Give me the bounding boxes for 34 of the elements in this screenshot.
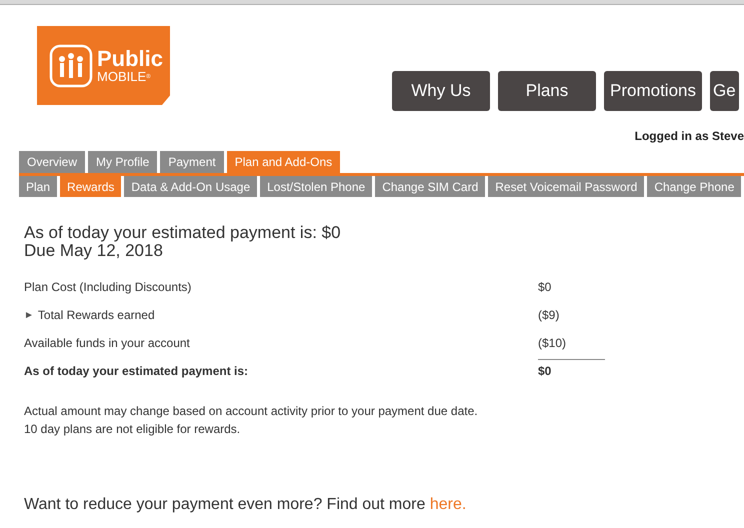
nav-button[interactable]: Why Us [392, 71, 490, 111]
tab[interactable]: Plan and Add-Ons [226, 151, 340, 173]
subtab[interactable]: Change Phone [647, 176, 742, 197]
payment-heading: As of today your estimated payment is: $0 [24, 224, 342, 242]
logged-in-text: Logged in as Steve [634, 128, 744, 145]
row-value: ($10) [538, 335, 566, 352]
nav-button[interactable]: Promotions [604, 71, 702, 111]
subtab[interactable]: Reset Voicemail Password [488, 176, 644, 197]
subtab[interactable]: Data & Add-On Usage [124, 176, 258, 197]
row-value: $0 [538, 279, 552, 296]
people-icon [49, 44, 93, 88]
subtab[interactable]: Rewards [60, 176, 122, 197]
subtab[interactable]: Plan [19, 176, 58, 197]
tab[interactable]: My Profile [88, 151, 158, 173]
row-label: Plan Cost (Including Discounts) [24, 279, 192, 296]
subtab[interactable]: Lost/Stolen Phone [260, 176, 372, 197]
here-link[interactable]: here. [430, 493, 466, 517]
note-text: Actual amount may change based on account activity prior to your payment due date. [24, 403, 479, 420]
tab[interactable]: Payment [160, 151, 224, 173]
tab[interactable]: Overview [19, 151, 86, 173]
nav-button[interactable]: Plans [498, 71, 596, 111]
expand-toggle[interactable]: ► [24, 308, 34, 322]
row-value: ($9) [538, 307, 560, 324]
logo-subtext: MOBILE$^{®}$ [97, 70, 152, 83]
logo-text: Public [97, 48, 164, 70]
subtab[interactable]: Change SIM Card [375, 176, 486, 197]
promo-text: Want to reduce your payment even more? Find out more [24, 495, 426, 515]
nav-button[interactable]: Ge [710, 71, 739, 111]
note-text: 10 day plans are not eligible for rewards. [24, 421, 242, 438]
row-value: $0 [538, 359, 605, 380]
row-label: Available funds in your account [24, 335, 190, 352]
row-label: Total Rewards earned [38, 307, 155, 324]
payment-heading: Due May 12, 2018 [24, 242, 164, 260]
row-label: As of today your estimated payment is: [24, 363, 248, 380]
